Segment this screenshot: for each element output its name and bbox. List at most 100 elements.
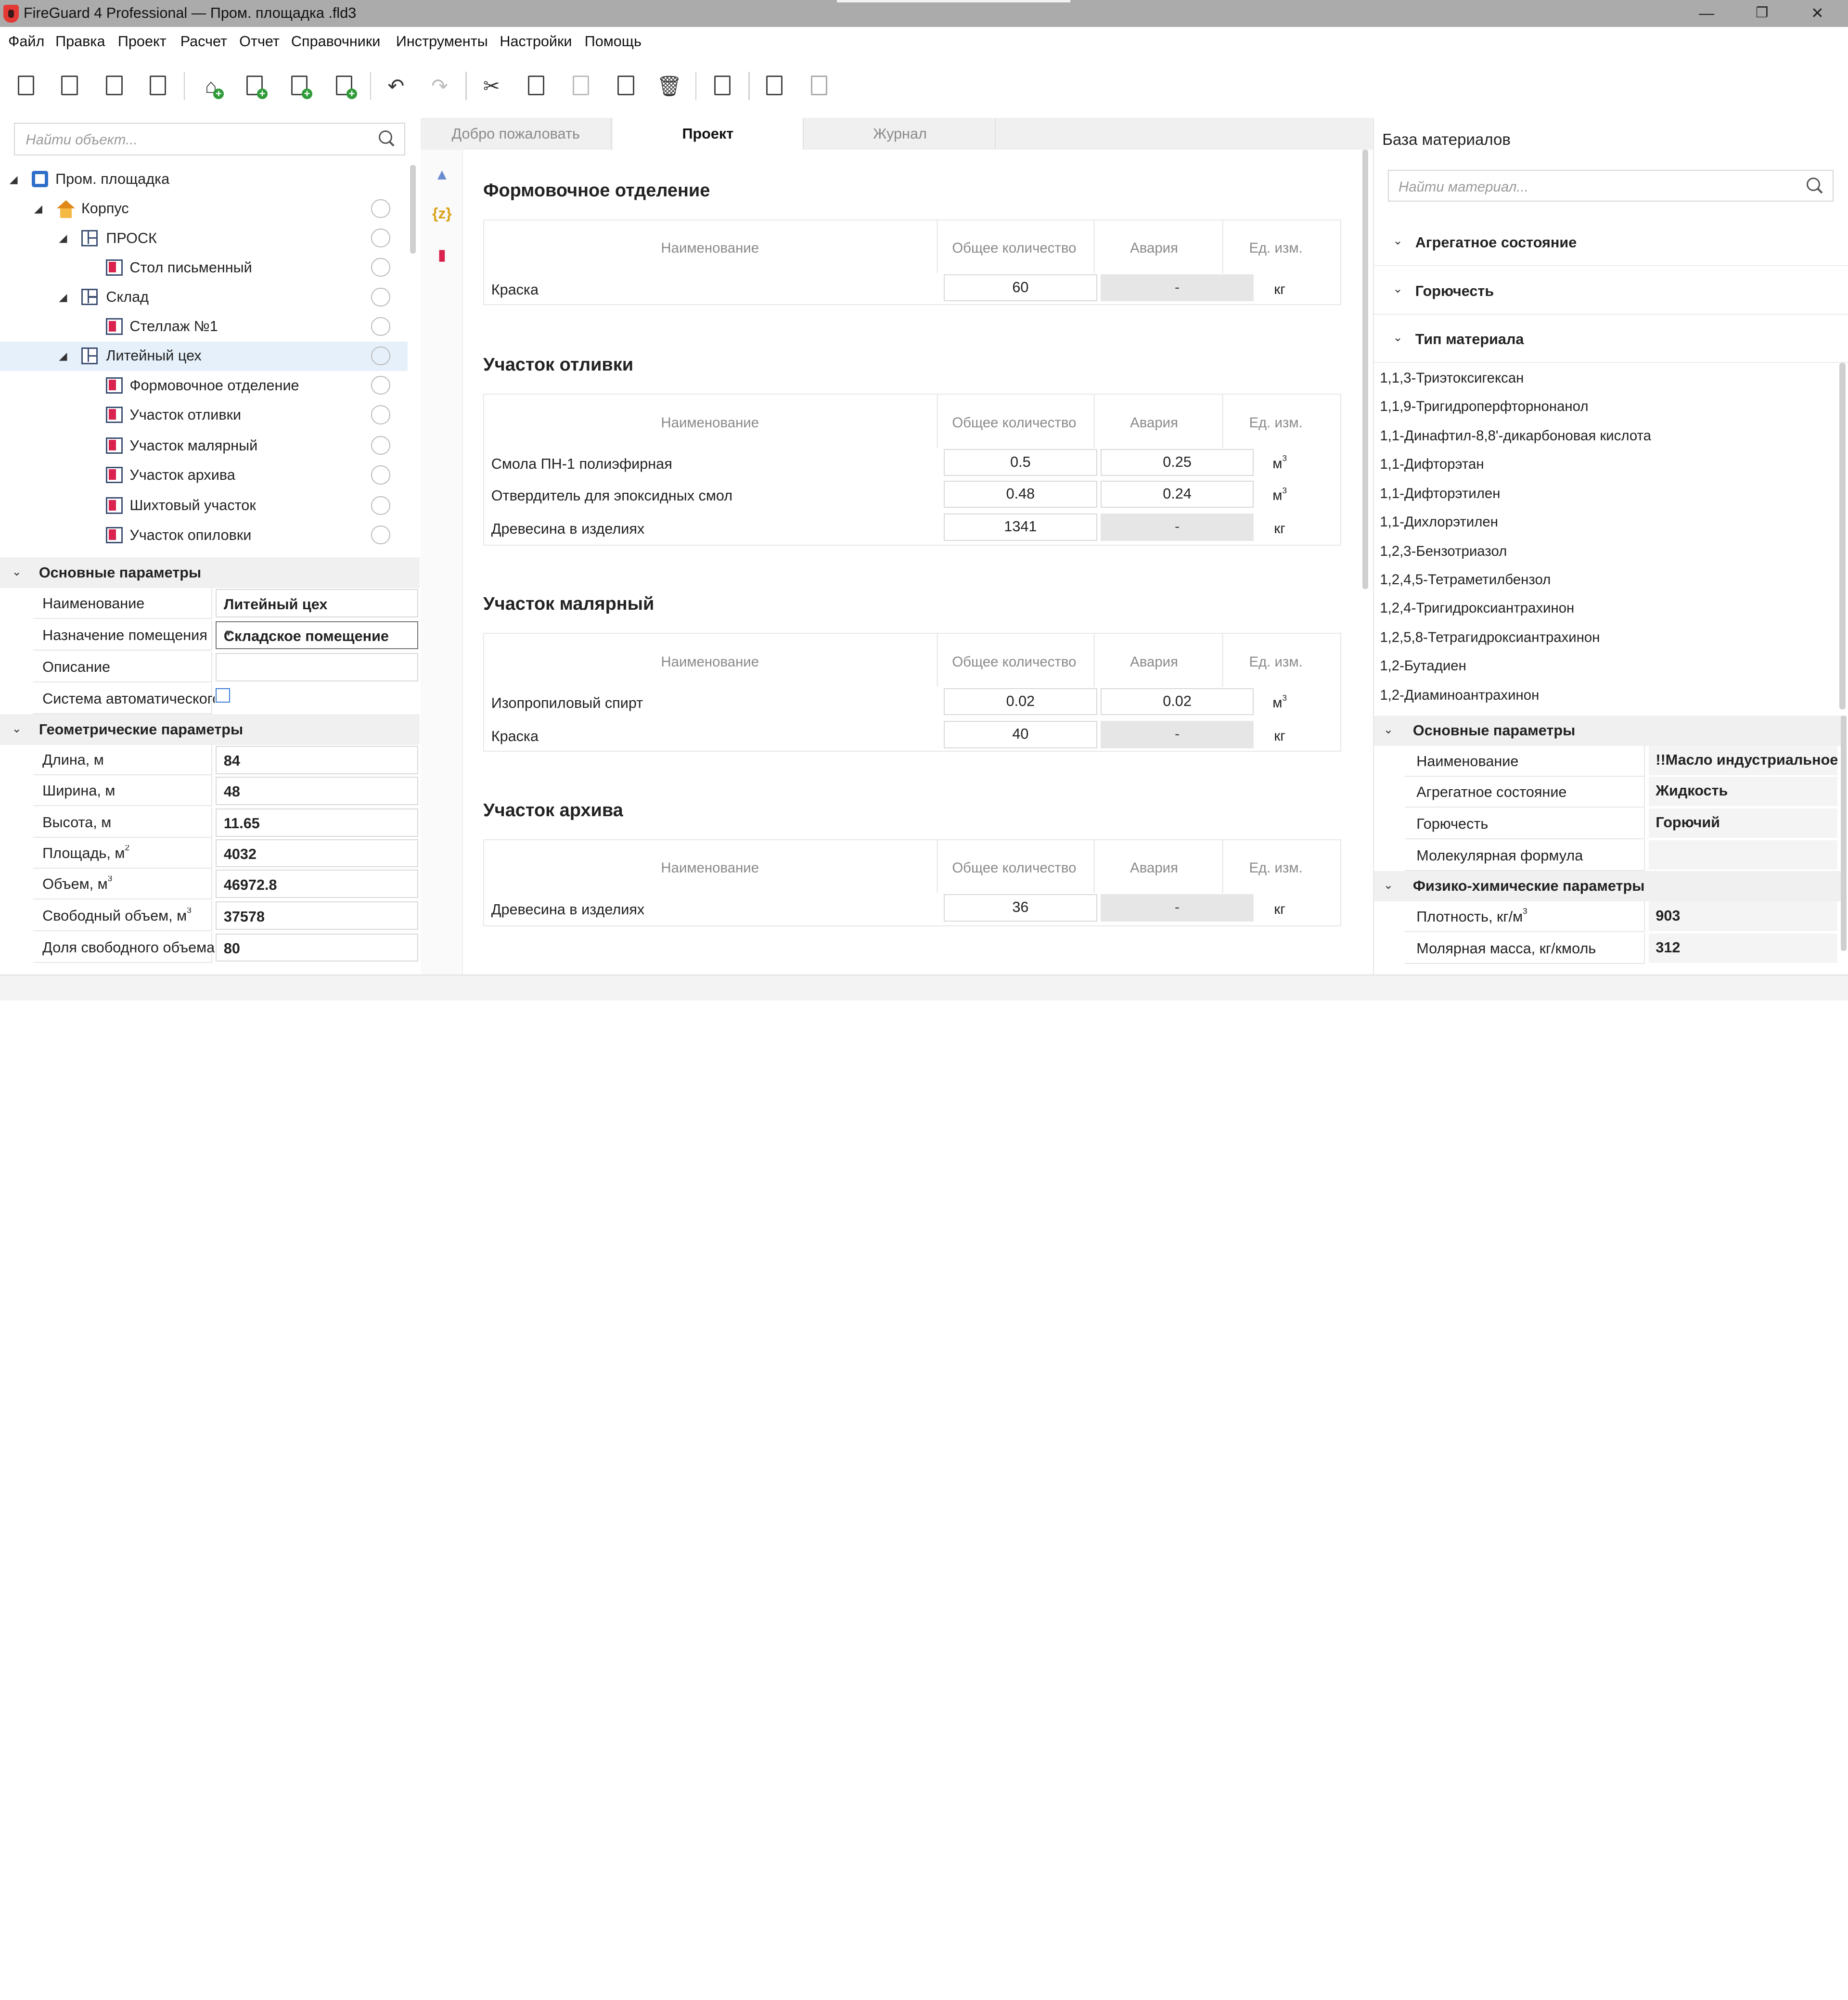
material-formula-field[interactable] <box>1648 840 1837 870</box>
material-list-item[interactable]: 1,2,3-Бензотриазол <box>1380 543 1507 560</box>
material-list-scrollbar[interactable] <box>1839 363 1846 710</box>
room-purpose-select[interactable]: Складское помещение ▼ <box>216 621 419 650</box>
material-list-item[interactable]: 1,1,3-Триэтоксигексан <box>1380 370 1524 386</box>
tree-item-building[interactable]: ◢ Корпус <box>0 194 408 224</box>
collapse-arrow-icon[interactable]: ◢ <box>59 291 67 304</box>
object-search-input[interactable]: Найти объект... <box>14 122 406 156</box>
calculator-button[interactable] <box>761 73 787 99</box>
content-scrollbar[interactable] <box>1362 150 1369 590</box>
menu-help[interactable]: Помощь <box>585 33 642 50</box>
copy-button[interactable] <box>523 73 549 99</box>
undo-button[interactable]: ↶ <box>383 73 409 99</box>
total-amount-field[interactable]: 0.48 <box>944 480 1097 508</box>
add-material-button[interactable]: + <box>331 73 358 99</box>
tab-journal[interactable]: Журнал <box>805 117 996 150</box>
free-volume-field[interactable]: 37578 <box>216 901 419 930</box>
redo-button[interactable]: ↷ <box>427 73 453 99</box>
tree-item-painting[interactable]: Участок малярный <box>0 431 408 461</box>
filter-flammability[interactable]: ⌄ Горючесть <box>1374 268 1848 315</box>
collapse-arrow-icon[interactable]: ◢ <box>59 232 67 244</box>
add-section-button[interactable]: + <box>242 73 268 99</box>
total-amount-field[interactable]: 60 <box>944 274 1097 302</box>
geom-params-header[interactable]: ⌄ Геометрические параметры <box>0 714 420 745</box>
length-field[interactable]: 84 <box>216 746 419 774</box>
menu-calc[interactable]: Расчет <box>180 33 227 50</box>
tree-item-radio[interactable] <box>371 346 390 366</box>
material-list-item[interactable]: 1,2,4,5-Тетраметилбензол <box>1380 572 1551 588</box>
tab-project[interactable]: Проект <box>613 117 804 150</box>
tree-item-prosk[interactable]: ◢ ПРОСК <box>0 224 408 253</box>
total-amount-field[interactable]: 1341 <box>944 513 1097 541</box>
material-flammability-field[interactable]: Горючий <box>1648 808 1837 838</box>
export-button[interactable] <box>806 73 832 99</box>
close-file-button[interactable] <box>102 73 128 99</box>
tree-scrollbar[interactable] <box>410 165 416 254</box>
add-room-button[interactable]: + <box>286 73 312 99</box>
tree-item-radio[interactable] <box>371 465 390 485</box>
volume-field[interactable]: 46972.8 <box>216 870 419 898</box>
tree-item-radio[interactable] <box>371 258 390 277</box>
drop-icon[interactable]: ▲ <box>430 164 454 185</box>
tree-item-site[interactable]: ◢ Пром. площадка <box>0 165 408 194</box>
filter-state[interactable]: ⌄ Агрегатное состояние <box>1374 219 1848 267</box>
menu-settings[interactable]: Настройки <box>500 33 572 50</box>
add-building-button[interactable]: ⌂ + <box>198 73 224 99</box>
tree-item-radio[interactable] <box>371 436 390 455</box>
total-amount-field[interactable]: 36 <box>944 894 1097 922</box>
close-button[interactable]: ✕ <box>1794 2 1841 24</box>
material-search-input[interactable]: Найти материал... <box>1388 169 1834 202</box>
tree-item-radio[interactable] <box>371 199 390 218</box>
material-list-item[interactable]: 1,1,9-Тригидроперфторнонанол <box>1380 398 1588 415</box>
tree-item-charge[interactable]: Шихтовый участок <box>0 491 408 521</box>
menu-file[interactable]: Файл <box>8 33 44 50</box>
collapse-arrow-icon[interactable]: ◢ <box>59 350 67 362</box>
flag-icon[interactable]: ▮ <box>430 244 454 265</box>
material-state-field[interactable]: Жидкость <box>1648 776 1837 807</box>
tree-item-casting[interactable]: Участок отливки <box>0 401 408 430</box>
menu-tools[interactable]: Инструменты <box>396 33 488 50</box>
param-name-field[interactable]: Литейный цех <box>216 589 419 618</box>
paste-button[interactable] <box>568 73 594 99</box>
alarm-amount-field[interactable]: 0.02 <box>1100 688 1254 716</box>
material-list-item[interactable]: 1,2-Бутадиен <box>1380 658 1466 674</box>
tree-item-warehouse[interactable]: ◢ Склад <box>0 283 408 312</box>
tab-welcome[interactable]: Добро пожаловать <box>421 117 612 150</box>
alarm-amount-field[interactable]: 0.24 <box>1100 480 1254 508</box>
tree-item-filing[interactable]: Участок опиловки <box>0 521 408 550</box>
formula-icon[interactable]: {z} <box>430 203 454 224</box>
report-button[interactable] <box>709 73 735 99</box>
tree-item-radio[interactable] <box>371 405 390 424</box>
filter-material-type[interactable]: ⌄ Тип материала <box>1374 316 1848 363</box>
material-list-item[interactable]: 1,1-Динафтил-8,8'-дикарбоновая кислота <box>1380 428 1651 444</box>
tree-item-radio[interactable] <box>371 496 390 515</box>
cut-button[interactable]: ✂ <box>478 73 504 99</box>
collapse-arrow-icon[interactable]: ◢ <box>34 203 42 215</box>
menu-project[interactable]: Проект <box>118 33 167 50</box>
material-list-item[interactable]: 1,2,5,8-Тетрагидроксиантрахинон <box>1380 629 1600 646</box>
material-phys-header[interactable]: ⌄ Физико-химические параметры <box>1374 871 1843 902</box>
menu-references[interactable]: Справочники <box>291 33 380 50</box>
new-file-button[interactable] <box>13 73 39 99</box>
tree-item-archive[interactable]: Участок архива <box>0 461 408 490</box>
total-amount-field[interactable]: 0.5 <box>944 449 1097 476</box>
duplicate-button[interactable] <box>613 73 639 99</box>
free-volume-share-field[interactable]: 80 <box>216 933 419 962</box>
tree-item-desk[interactable]: Стол письменный <box>0 254 408 283</box>
material-basic-header[interactable]: ⌄ Основные параметры <box>1374 715 1843 746</box>
collapse-arrow-icon[interactable]: ◢ <box>10 173 18 186</box>
tree-item-molding[interactable]: Формовочное отделение <box>0 371 408 400</box>
menu-edit[interactable]: Правка <box>55 33 105 50</box>
material-list-item[interactable]: 1,2-Диаминоантрахинон <box>1380 687 1539 704</box>
alarm-amount-field[interactable]: 0.25 <box>1100 449 1254 476</box>
material-list-item[interactable]: 1,1-Дифторэтилен <box>1380 486 1500 502</box>
minimize-button[interactable]: — <box>1683 2 1730 24</box>
delete-button[interactable]: 🗑 <box>656 73 682 99</box>
material-props-scrollbar[interactable] <box>1840 715 1847 951</box>
search-icon[interactable] <box>378 130 395 147</box>
molar-mass-field[interactable]: 312 <box>1648 933 1837 963</box>
width-field[interactable]: 48 <box>216 776 419 805</box>
total-amount-field[interactable]: 0.02 <box>944 688 1097 716</box>
material-name-field[interactable]: !!Масло индустриальное <box>1648 746 1838 776</box>
tree-item-rack[interactable]: Стеллаж №1 <box>0 312 408 342</box>
auto-system-checkbox[interactable] <box>216 688 230 703</box>
